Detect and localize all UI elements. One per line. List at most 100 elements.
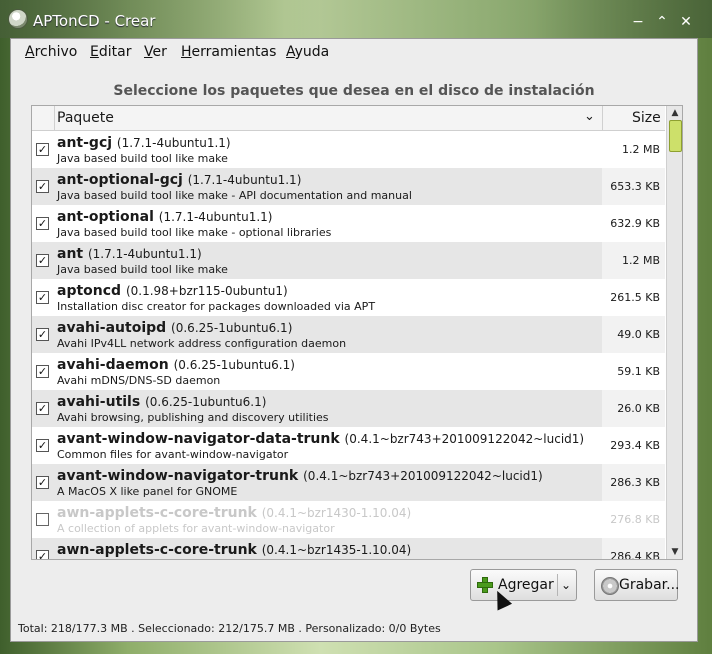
- package-name-text: ant: [57, 246, 84, 262]
- package-name-text: avahi-autoipd: [57, 320, 167, 336]
- table-row[interactable]: ✓ awn-applets-c-core-trunk (0.4.1~bzr1435…: [32, 538, 665, 560]
- column-header-package[interactable]: Paquete: [57, 110, 114, 126]
- size-cell: 1.2 MB: [602, 242, 665, 279]
- maximize-button[interactable]: ⌃: [651, 12, 673, 32]
- package-checkbox[interactable]: ✓: [36, 476, 49, 489]
- package-size: 632.9 KB: [610, 217, 660, 230]
- menu-editar-label: ditar: [98, 44, 132, 60]
- table-row[interactable]: awn-applets-c-core-trunk (0.4.1~bzr1430-…: [32, 501, 665, 538]
- package-description: A collection of applets for avant-window…: [57, 522, 335, 535]
- package-size: 59.1 KB: [617, 365, 660, 378]
- package-name-text: avant-window-navigator-trunk: [57, 468, 299, 484]
- package-size: 286.3 KB: [610, 476, 660, 489]
- menu-editar[interactable]: Editar: [90, 44, 131, 60]
- list-header: Paquete ⌄ Size: [32, 106, 665, 131]
- table-row[interactable]: ✓ ant-optional-gcj (1.7.1-4ubuntu1.1) Java…: [32, 168, 665, 205]
- vertical-scrollbar[interactable]: ▲ ▼: [666, 106, 682, 559]
- column-header-size[interactable]: Size: [632, 110, 661, 126]
- table-row[interactable]: ✓ ant (1.7.1-4ubuntu1.1) Java based build …: [32, 242, 665, 279]
- menu-ver-mnemonic: V: [144, 44, 153, 60]
- package-checkbox[interactable]: ✓: [36, 402, 49, 415]
- status-bar: Total: 218/177.3 MB . Seleccionado: 212/…: [18, 622, 441, 635]
- add-button[interactable]: Agregar ⌄: [470, 569, 577, 601]
- menu-ver-label: er: [152, 44, 167, 60]
- scroll-up-arrow-icon[interactable]: ▲: [667, 106, 682, 120]
- burn-button[interactable]: Grabar...: [594, 569, 679, 601]
- package-name: ant-optional (1.7.1-4ubuntu1.1): [57, 209, 272, 225]
- table-row[interactable]: ✓ avant-window-navigator-data-trunk (0.4.…: [32, 427, 665, 464]
- package-rows: ✓ ant-gcj (1.7.1-4ubuntu1.1) Java based bu…: [32, 131, 665, 560]
- package-checkbox[interactable]: ✓: [36, 550, 49, 559]
- package-checkbox[interactable]: ✓: [36, 217, 49, 230]
- package-size: 261.5 KB: [610, 291, 660, 304]
- main-window: Archivo Editar Ver Herramientas Ayuda Se…: [10, 38, 698, 642]
- package-checkbox[interactable]: ✓: [36, 328, 49, 341]
- size-cell: 1.2 MB: [602, 131, 665, 168]
- table-row[interactable]: ✓ ant-optional (1.7.1-4ubuntu1.1) Java bas…: [32, 205, 665, 242]
- checkbox-column-header[interactable]: [32, 106, 55, 130]
- package-description: Avahi browsing, publishing and discovery…: [57, 411, 329, 424]
- scroll-down-arrow-icon[interactable]: ▼: [667, 545, 682, 559]
- package-size: 49.0 KB: [617, 328, 660, 341]
- table-row[interactable]: ✓ aptoncd (0.1.98+bzr115-0ubuntu1) Install…: [32, 279, 665, 316]
- package-name: avant-window-navigator-data-trunk (0.4.1…: [57, 431, 584, 447]
- package-description: Avahi mDNS/DNS-SD daemon: [57, 374, 221, 387]
- table-row[interactable]: ✓ avant-window-navigator-trunk (0.4.1~bzr…: [32, 464, 665, 501]
- package-description: Java based build tool like make: [57, 263, 228, 276]
- table-row[interactable]: ✓ avahi-autoipd (0.6.25-1ubuntu6.1) Avahi …: [32, 316, 665, 353]
- table-row[interactable]: ✓ avahi-daemon (0.6.25-1ubuntu6.1) Avahi m…: [32, 353, 665, 390]
- menu-herramientas-mnemonic: H: [181, 44, 192, 60]
- package-checkbox[interactable]: ✓: [36, 143, 49, 156]
- package-checkbox[interactable]: [36, 513, 49, 526]
- close-button[interactable]: ✕: [675, 12, 697, 32]
- package-description: Java based build tool like make - API do…: [57, 189, 412, 202]
- package-size: 286.4 KB: [610, 550, 660, 560]
- package-checkbox[interactable]: ✓: [36, 439, 49, 452]
- sort-chevron-icon[interactable]: ⌄: [584, 109, 595, 124]
- menu-editar-mnemonic: E: [90, 44, 99, 60]
- package-name: awn-applets-c-core-trunk (0.4.1~bzr1435-…: [57, 542, 411, 558]
- package-description: A MacOS X like panel for GNOME: [57, 485, 238, 498]
- package-name-text: avant-window-navigator-data-trunk: [57, 431, 340, 447]
- package-name-text: avahi-utils: [57, 394, 141, 410]
- size-cell: 293.4 KB: [602, 427, 665, 464]
- size-cell: 286.3 KB: [602, 464, 665, 501]
- menu-herramientas[interactable]: Herramientas: [181, 44, 276, 60]
- package-description: Common files for avant-window-navigator: [57, 448, 289, 461]
- package-checkbox[interactable]: ✓: [36, 254, 49, 267]
- package-version: (0.6.25-1ubuntu6.1): [173, 358, 295, 372]
- window-title: APTonCD - Crear: [33, 12, 156, 30]
- add-dropdown-chevron-icon[interactable]: ⌄: [561, 570, 571, 600]
- package-name-text: ant-gcj: [57, 135, 113, 151]
- package-version: (0.6.25-1ubuntu6.1): [171, 321, 293, 335]
- package-version: (0.4.1~bzr743+201009122042~lucid1): [344, 432, 585, 446]
- package-size: 276.8 KB: [610, 513, 660, 526]
- package-version: (1.7.1-4ubuntu1.1): [116, 136, 231, 150]
- menu-ver[interactable]: Ver: [144, 44, 167, 60]
- menu-ayuda-mnemonic: A: [286, 44, 295, 60]
- package-version: (0.4.1~bzr1435-1.10.04): [261, 543, 412, 557]
- package-size: 1.2 MB: [621, 254, 660, 267]
- scrollbar-thumb[interactable]: [669, 120, 682, 152]
- package-description: Java based build tool like make: [57, 152, 228, 165]
- size-cell: 26.0 KB: [602, 390, 665, 427]
- package-name: aptoncd (0.1.98+bzr115-0ubuntu1): [57, 283, 288, 299]
- package-checkbox[interactable]: ✓: [36, 291, 49, 304]
- package-checkbox[interactable]: ✓: [36, 365, 49, 378]
- table-row[interactable]: ✓ avahi-utils (0.6.25-1ubuntu6.1) Avahi br…: [32, 390, 665, 427]
- aptoncd-app-icon: [8, 9, 28, 29]
- menu-archivo[interactable]: Archivo: [25, 44, 77, 60]
- minimize-button[interactable]: −: [627, 12, 649, 32]
- package-name: ant (1.7.1-4ubuntu1.1): [57, 246, 202, 262]
- menu-ayuda[interactable]: Ayuda: [286, 44, 329, 60]
- package-version: (0.4.1~bzr1430-1.10.04): [261, 506, 412, 520]
- package-checkbox[interactable]: ✓: [36, 180, 49, 193]
- package-name: avahi-daemon (0.6.25-1ubuntu6.1): [57, 357, 295, 373]
- package-list[interactable]: Paquete ⌄ Size ✓ ant-gcj (1.7.1-4ubuntu1.…: [31, 105, 683, 560]
- table-row[interactable]: ✓ ant-gcj (1.7.1-4ubuntu1.1) Java based bu…: [32, 131, 665, 168]
- title-bar: APTonCD - Crear − ⌃ ✕: [0, 0, 712, 38]
- menu-herramientas-label: erramientas: [191, 44, 277, 60]
- package-name: ant-optional-gcj (1.7.1-4ubuntu1.1): [57, 172, 301, 188]
- package-description: Avahi IPv4LL network address configurati…: [57, 337, 347, 350]
- size-cell: 276.8 KB: [602, 501, 665, 538]
